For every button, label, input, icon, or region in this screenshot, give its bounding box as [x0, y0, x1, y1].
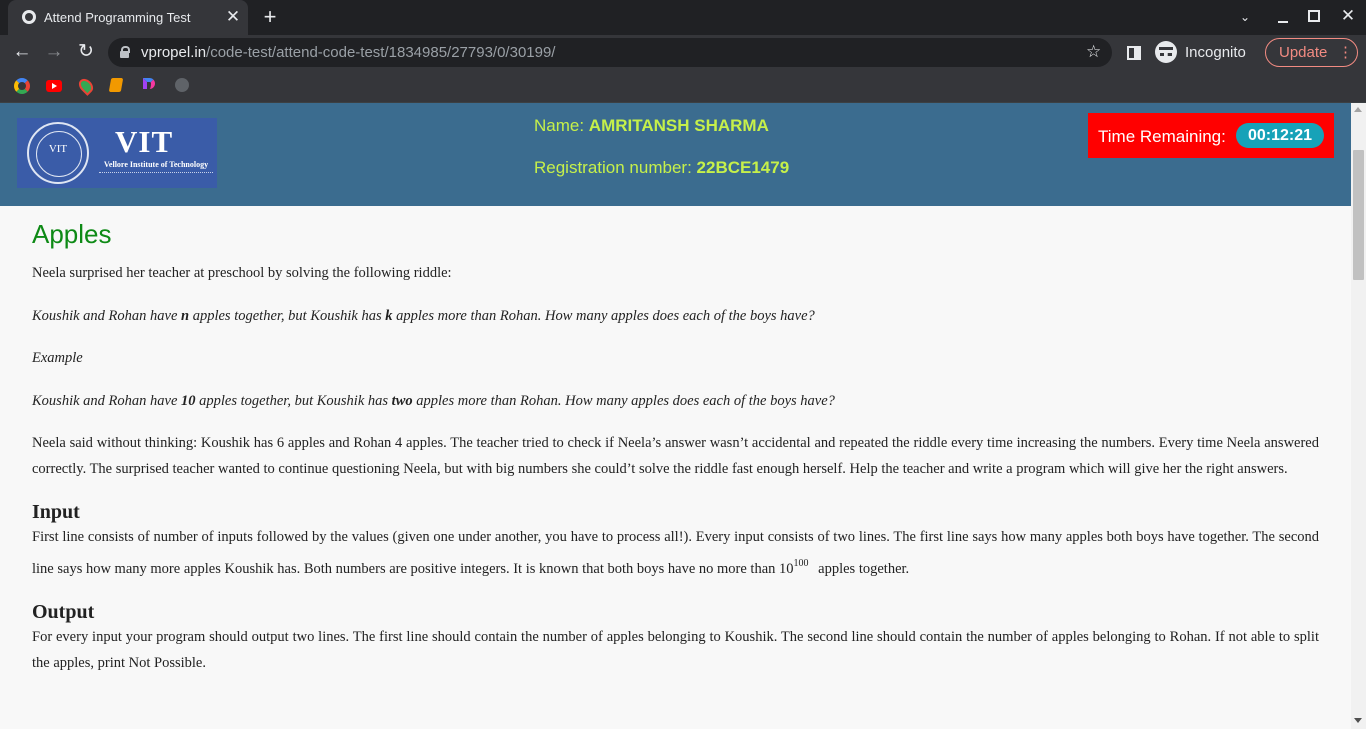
tab-search-icon[interactable]: ⌄: [1236, 8, 1254, 26]
scroll-thumb[interactable]: [1353, 150, 1364, 280]
input-heading: Input: [32, 501, 80, 523]
reload-icon[interactable]: ↻: [74, 40, 98, 64]
problem-statement: Apples Neela surprised her teacher at pr…: [32, 206, 1319, 676]
exponent: 100: [793, 557, 809, 569]
new-tab-button[interactable]: +: [258, 6, 282, 30]
update-label: Update: [1279, 44, 1328, 61]
globe-icon[interactable]: [175, 78, 189, 92]
update-button[interactable]: Update ⋮: [1265, 38, 1358, 67]
story-paragraph: Neela said without thinking: Koushik has…: [32, 435, 1319, 477]
side-panel-icon[interactable]: [1127, 46, 1141, 60]
output-heading: Output: [32, 601, 95, 623]
timer-label: Time Remaining:: [1098, 127, 1226, 146]
google-icon[interactable]: [14, 78, 30, 94]
tab-strip: Attend Programming Test ✕ + ⌄ ✕: [0, 0, 1366, 35]
tab-title: Attend Programming Test: [44, 10, 191, 25]
riddle-paragraph: Koushik and Rohan have n apples together…: [32, 307, 815, 324]
vit-logo: VIT VIT Vellore Institute of Technology: [17, 118, 217, 188]
maximize-icon[interactable]: [1308, 10, 1320, 22]
example-label: Example: [32, 350, 83, 366]
page-content: VIT VIT Vellore Institute of Technology …: [0, 103, 1351, 729]
time-remaining-box: Time Remaining: 00:12:21: [1088, 113, 1334, 158]
maps-icon[interactable]: [76, 76, 96, 96]
scroll-down-arrow-icon[interactable]: [1354, 718, 1362, 723]
candidate-name: Name: AMRITANSH SHARMA: [534, 116, 769, 136]
exam-header: VIT VIT Vellore Institute of Technology …: [0, 103, 1351, 206]
name-label: Name:: [534, 116, 589, 135]
reg-value: 22BCE1479: [696, 158, 790, 177]
bookmarks-bar: [0, 70, 1366, 103]
output-paragraph: For every input your program should outp…: [32, 629, 1319, 671]
example-paragraph: Koushik and Rohan have 10 apples togethe…: [32, 392, 835, 409]
name-value: AMRITANSH SHARMA: [588, 116, 769, 135]
registration-number: Registration number: 22BCE1479: [534, 158, 789, 178]
url-text[interactable]: vpropel.in/code-test/attend-code-test/18…: [141, 44, 555, 61]
youtube-icon[interactable]: [46, 80, 62, 92]
kebab-menu-icon[interactable]: ⋮: [1338, 39, 1353, 66]
p-app-icon[interactable]: [143, 78, 155, 89]
scroll-up-arrow-icon[interactable]: [1354, 107, 1362, 112]
problem-title: Apples: [32, 219, 112, 249]
window-close-icon[interactable]: ✕: [1338, 5, 1358, 27]
close-tab-icon[interactable]: ✕: [223, 7, 243, 27]
bookmark-star-icon[interactable]: ☆: [1086, 42, 1101, 62]
browser-toolbar: ← → ↻ vpropel.in/code-test/attend-code-t…: [0, 35, 1366, 70]
browser-tab[interactable]: Attend Programming Test ✕: [8, 0, 248, 35]
back-icon[interactable]: ←: [10, 40, 34, 64]
forward-icon[interactable]: →: [42, 40, 66, 64]
input-paragraph: First line consists of number of inputs …: [32, 529, 1319, 577]
vit-wordmark: VIT: [115, 124, 174, 159]
incognito-icon: [1155, 41, 1177, 63]
intro-paragraph: Neela surprised her teacher at preschool…: [32, 265, 452, 281]
globe-icon: [22, 10, 36, 24]
address-bar[interactable]: vpropel.in/code-test/attend-code-test/18…: [108, 38, 1112, 67]
vit-seal: VIT: [27, 122, 89, 184]
minimize-icon[interactable]: [1275, 8, 1291, 26]
vit-fullname: Vellore Institute of Technology: [103, 160, 209, 169]
page-scrollbar[interactable]: [1351, 103, 1366, 729]
timer-value: 00:12:21: [1236, 123, 1324, 148]
incognito-label[interactable]: Incognito: [1185, 44, 1246, 61]
reg-label: Registration number:: [534, 158, 697, 177]
vit-subtext: [99, 172, 213, 175]
books-icon[interactable]: [108, 78, 124, 92]
lock-icon[interactable]: [120, 46, 130, 58]
